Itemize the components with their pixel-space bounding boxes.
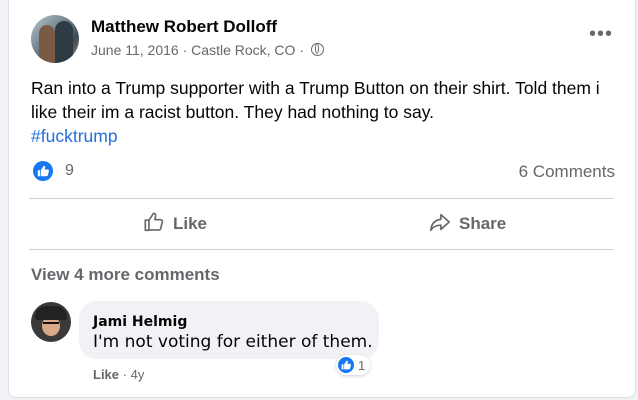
comment-age[interactable]: 4y: [131, 367, 145, 382]
like-count[interactable]: 9: [65, 162, 74, 180]
divider: [29, 198, 614, 199]
share-arrow-icon: [429, 211, 451, 238]
post-meta: June 11, 2016 · Castle Rock, CO ·: [91, 42, 324, 58]
author-avatar[interactable]: [31, 15, 79, 63]
like-reaction-icon[interactable]: [33, 161, 53, 181]
like-button[interactable]: Like: [143, 208, 207, 240]
like-reaction-icon: [338, 357, 354, 373]
author-name[interactable]: Matthew Robert Dolloff: [91, 17, 277, 37]
hashtag-link[interactable]: #fucktrump: [31, 124, 611, 148]
comment-separator: ·: [122, 367, 127, 382]
comment-like-link[interactable]: Like: [93, 367, 119, 382]
like-button-label: Like: [173, 214, 208, 233]
post-location[interactable]: Castle Rock, CO: [191, 42, 295, 58]
post-card: Matthew Robert Dolloff June 11, 2016 · C…: [8, 0, 636, 398]
comment-reaction-count: 1: [358, 357, 366, 373]
ellipsis-icon[interactable]: •••: [589, 24, 613, 44]
post-body: Ran into a Trump supporter with a Trump …: [31, 76, 611, 148]
comment-reaction[interactable]: 1: [336, 355, 371, 375]
divider: [29, 249, 614, 250]
commenter-avatar[interactable]: [31, 302, 71, 342]
share-button[interactable]: Share: [429, 208, 506, 240]
post-text: Ran into a Trump supporter with a Trump …: [31, 78, 600, 122]
thumbs-up-icon: [143, 211, 165, 238]
meta-separator: ·: [182, 42, 188, 58]
comment-bubble: Jami Helmig I'm not voting for either of…: [79, 301, 379, 359]
comments-count[interactable]: 6 Comments: [519, 162, 615, 182]
comment-text: I'm not voting for either of them.: [93, 332, 373, 352]
meta-separator: ·: [299, 42, 304, 58]
view-more-comments[interactable]: View 4 more comments: [31, 265, 220, 285]
comment-author[interactable]: Jami Helmig: [93, 314, 187, 330]
post-date[interactable]: June 11, 2016: [91, 42, 179, 58]
comment-actions: Like · 4y: [93, 367, 144, 382]
share-button-label: Share: [459, 214, 507, 233]
globe-icon[interactable]: [310, 43, 324, 56]
